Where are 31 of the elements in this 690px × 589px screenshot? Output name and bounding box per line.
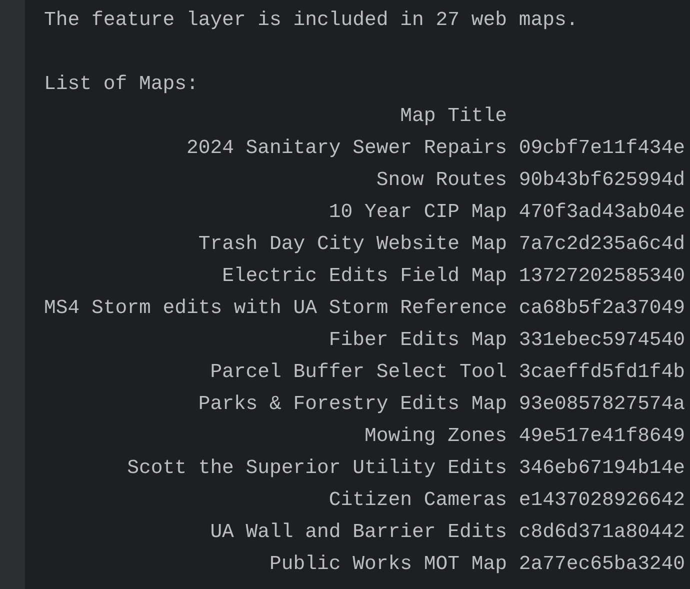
table-cell-text: Trash Day City Website Map: [198, 232, 507, 257]
column-header: Map Title: [400, 104, 507, 129]
table-cell-text: Parcel Buffer Select Tool: [210, 360, 507, 385]
table-cell-text: 470f3ad43ab04e: [518, 200, 686, 225]
table-cell-text: e1437028926642: [518, 488, 686, 513]
table-cell-text: UA Wall and Barrier Edits: [210, 520, 507, 545]
table-cell-text: 331ebec5974540: [518, 328, 686, 353]
table-cell-text: 346eb67194b14e: [518, 456, 686, 481]
table-cell-text: Citizen Cameras: [328, 488, 507, 513]
table-cell-text: Mowing Zones: [364, 424, 507, 449]
table-cell-text: Scott the Superior Utility Edits: [127, 456, 507, 481]
table-cell-text: Parks & Forestry Edits Map: [198, 392, 507, 417]
table-cell-text: c8d6d371a80442: [518, 520, 686, 545]
table-cell-text: Electric Edits Field Map: [222, 264, 507, 289]
table-cell-text: 3caeffd5fd1f4b: [518, 360, 686, 385]
table-cell-text: ca68b5f2a37049: [518, 296, 686, 321]
list-heading: List of Maps:: [44, 72, 198, 97]
table-cell-text: 7a7c2d235a6c4d: [518, 232, 686, 257]
table-cell-text: 49e517e41f8649: [518, 424, 686, 449]
table-cell-text: 2024 Sanitary Sewer Repairs: [186, 136, 507, 161]
table-cell-text: 90b43bf625994d: [518, 168, 686, 193]
table-cell-text: 13727202585340: [518, 264, 686, 289]
table-cell-text: MS4 Storm edits with UA Storm Reference: [44, 296, 507, 321]
table-cell-text: Snow Routes: [376, 168, 507, 193]
table-cell-text: 2a77ec65ba3240: [518, 552, 686, 577]
table-cell-text: Fiber Edits Map: [328, 328, 507, 353]
summary-text: The feature layer is included in 27 web maps.: [44, 8, 578, 33]
table-cell-text: Public Works MOT Map: [270, 552, 507, 577]
table-cell-text: 09cbf7e11f434e: [518, 136, 686, 161]
table-cell-text: 93e0857827574a: [518, 392, 686, 417]
table-cell-text: 10 Year CIP Map: [328, 200, 507, 225]
